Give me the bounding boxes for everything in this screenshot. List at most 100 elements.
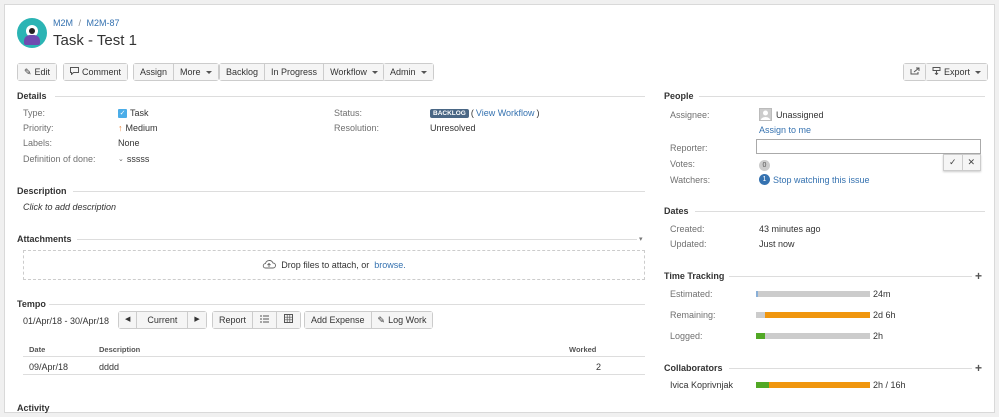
people-heading[interactable]: People [664,91,694,101]
grid-icon [284,312,294,328]
worklog-table: Date Description Worked 09/Apr/18 dddd 2 [23,343,645,375]
tempo-heading[interactable]: Tempo [17,299,46,309]
share-button[interactable] [904,64,926,80]
priority-label: Priority: [23,123,54,133]
add-collaborator-plus-icon[interactable]: + [975,361,982,375]
watchers-value: 1 Stop watching this issue [759,174,870,185]
chevron-down-icon [205,70,212,74]
chevron-down-icon [975,70,982,74]
in-progress-button[interactable]: In Progress [265,64,325,80]
previous-period-button[interactable]: ◀ [119,312,138,328]
close-paren: ) [536,108,540,118]
attachments-heading[interactable]: Attachments [17,234,72,244]
breadcrumb-separator: / [78,18,82,28]
chevron-down-icon[interactable]: ▾ [639,235,643,243]
add-expense-button[interactable]: Add Expense [305,312,372,328]
attachment-dropzone[interactable]: Drop files to attach, or browse. [23,250,645,280]
collaborators-heading[interactable]: Collaborators [664,363,723,373]
add-time-plus-icon[interactable]: + [975,269,982,283]
triangle-right-icon: ▶ [194,316,200,323]
confirm-check-icon[interactable]: ✓ [944,155,963,170]
status-badge[interactable]: BACKLOG [430,108,469,118]
admin-button[interactable]: Admin [384,64,433,80]
assignee-label: Assignee: [670,110,710,120]
updated-value: Just now [759,239,795,249]
triangle-left-icon: ◀ [125,316,131,323]
watchers-count-badge[interactable]: 1 [759,174,770,185]
estimated-fill [756,291,759,297]
admin-label: Admin [390,67,416,77]
time-tracking-divider [729,276,972,277]
log-group: Add Expense ✎ Log Work [304,311,434,329]
description-placeholder[interactable]: Click to add description [23,202,116,212]
assignee-value[interactable]: Unassigned [759,108,824,121]
export-label: Export [944,67,971,77]
stop-watching-link[interactable]: Stop watching this issue [773,175,870,185]
share-group [903,63,927,81]
reporter-input[interactable] [756,139,981,154]
row-description: dddd [99,362,120,372]
table-row[interactable]: 09/Apr/18 dddd 2 [23,357,645,375]
share-icon [910,64,920,80]
labels-value[interactable]: None [118,138,140,148]
details-heading[interactable]: Details [17,91,47,101]
more-button[interactable]: More [174,64,218,80]
view-workflow-link[interactable]: View Workflow [476,108,535,118]
description-divider [73,191,645,192]
tempo-divider [49,304,645,305]
dates-heading[interactable]: Dates [664,206,689,216]
votes-label: Votes: [670,159,696,169]
breadcrumb-issue-key[interactable]: M2M-87 [87,18,120,28]
list-icon [260,312,270,328]
issue-title[interactable]: Task - Test 1 [53,32,137,49]
logged-value: 2h [873,331,884,341]
report-group: Report [212,311,302,329]
votes-count-badge: 0 [759,160,770,171]
time-tracking-heading[interactable]: Time Tracking [664,271,724,281]
current-period-button[interactable]: Current [137,312,189,328]
priority-value[interactable]: ↑ Medium [118,123,158,133]
labels-label: Labels: [23,138,53,148]
backlog-button[interactable]: Backlog [220,64,266,80]
report-button[interactable]: Report [213,312,254,328]
type-text: Task [130,108,149,118]
cancel-x-icon[interactable]: ✕ [963,155,981,170]
breadcrumb-project[interactable]: M2M [53,18,73,28]
estimated-value: 24m [873,289,891,299]
pencil-icon: ✎ [377,315,386,325]
logged-bar [756,333,870,339]
dod-label: Definition of done: [23,154,96,164]
description-heading[interactable]: Description [17,186,67,196]
activity-heading[interactable]: Activity [17,403,50,413]
reporter-label: Reporter: [670,143,708,153]
remaining-fill [765,312,870,318]
votes-value[interactable]: 0 [759,159,770,171]
assign-to-me-link[interactable]: Assign to me [759,125,811,135]
collaborator-value: 2h / 16h [873,380,906,390]
edit-label: Edit [34,67,51,77]
breadcrumb: M2M / M2M-87 [53,18,120,28]
pencil-icon: ✎ [24,67,32,77]
edit-button[interactable]: ✎ Edit [18,64,57,80]
tempo-date-range: 01/Apr/18 - 30/Apr/18 [23,316,110,326]
comment-icon [70,64,79,80]
workflow-button[interactable]: Workflow [324,64,384,80]
task-checkbox-icon: ✓ [118,108,127,118]
resolution-value: Unresolved [430,123,476,133]
admin-group: Admin [383,63,434,81]
assignee-text: Unassigned [776,109,824,120]
type-value[interactable]: ✓ Task [118,108,149,118]
comment-button[interactable]: Comment [64,64,128,80]
export-button[interactable]: Export [926,64,988,80]
browse-link[interactable]: browse. [374,260,406,270]
dod-value[interactable]: ⌄ sssss [118,154,149,164]
issue-view: M2M / M2M-87 Task - Test 1 ✎ Edit Commen… [4,4,995,413]
log-work-button[interactable]: ✎ Log Work [371,312,433,328]
collaborator-logged-fill [756,382,769,388]
project-avatar-icon[interactable] [17,18,47,48]
next-period-button[interactable]: ▶ [188,312,206,328]
list-view-button[interactable] [253,312,278,328]
assign-button[interactable]: Assign [134,64,175,80]
user-avatar-icon [759,108,772,121]
grid-view-button[interactable] [277,312,301,328]
